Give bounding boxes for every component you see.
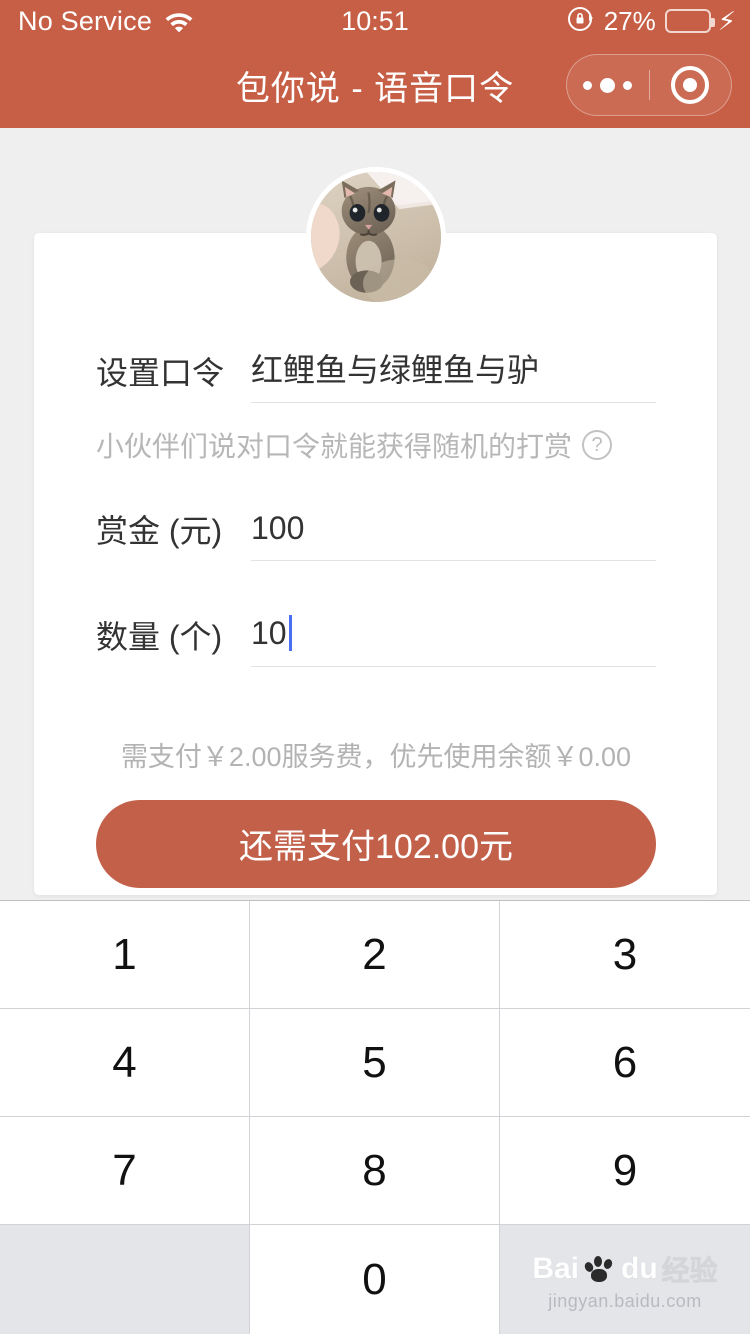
field-row-count: 数量 (个) 10: [96, 615, 656, 667]
target-outline: [671, 66, 710, 104]
lightning-bolt-icon: ⚡: [717, 6, 736, 36]
dot-2: [600, 77, 616, 93]
amount-label: 赏金 (元): [96, 513, 223, 550]
field-row-password: 设置口令 红鲤鱼与绿鲤鱼与驴: [96, 352, 656, 404]
watermark-brand-suffix: du: [621, 1251, 658, 1285]
reward-form: 设置口令 红鲤鱼与绿鲤鱼与驴 小伙伴们说对口令就能获得随机的打赏 ? 赏金 (元…: [96, 352, 656, 888]
watermark-brand: Bai: [532, 1251, 579, 1285]
key-5[interactable]: 5: [250, 1009, 500, 1117]
target-center: [683, 78, 698, 92]
password-input[interactable]: 红鲤鱼与绿鲤鱼与驴: [251, 352, 656, 404]
key-delete[interactable]: Bai du 经验 jingyan.baidu.com: [500, 1225, 750, 1334]
key-9[interactable]: 9: [500, 1117, 750, 1225]
key-blank-left[interactable]: [0, 1225, 250, 1334]
main-card: 设置口令 红鲤鱼与绿鲤鱼与驴 小伙伴们说对口令就能获得随机的打赏 ? 赏金 (元…: [34, 167, 717, 895]
miniprogram-capsule[interactable]: [566, 54, 732, 116]
password-hint: 小伙伴们说对口令就能获得随机的打赏 ?: [96, 425, 656, 465]
key-3[interactable]: 3: [500, 901, 750, 1009]
password-hint-text: 小伙伴们说对口令就能获得随机的打赏: [96, 431, 573, 463]
key-6[interactable]: 6: [500, 1009, 750, 1117]
watermark-url: jingyan.baidu.com: [548, 1290, 702, 1311]
rotation-lock-icon: [567, 5, 595, 38]
status-bar: No Service 10:51 27% ⚡: [0, 0, 750, 42]
key-7[interactable]: 7: [0, 1117, 250, 1225]
password-label: 设置口令: [96, 355, 225, 392]
baidu-paw-icon: [583, 1254, 617, 1284]
watermark-cn: 经验: [661, 1254, 718, 1286]
battery-percent-label: 27%: [603, 5, 656, 36]
battery-icon: [664, 9, 715, 33]
key-2[interactable]: 2: [250, 901, 500, 1009]
avatar[interactable]: [305, 167, 446, 307]
more-dots-icon[interactable]: [567, 77, 649, 93]
dot-3: [623, 80, 633, 90]
key-8[interactable]: 8: [250, 1117, 500, 1225]
question-mark-icon[interactable]: ?: [582, 430, 613, 461]
page-title: 包你说 - 语音口令: [235, 69, 515, 108]
dot-1: [583, 80, 593, 90]
watermark-brand-row: Bai du 经验: [532, 1249, 717, 1289]
amount-input[interactable]: 100: [251, 511, 656, 562]
key-1[interactable]: 1: [0, 901, 250, 1009]
field-row-amount: 赏金 (元) 100: [96, 511, 656, 562]
pay-button[interactable]: 还需支付102.00元: [96, 799, 656, 888]
key-4[interactable]: 4: [0, 1009, 250, 1117]
text-caret: [288, 615, 292, 652]
key-0[interactable]: 0: [250, 1225, 500, 1334]
count-label: 数量 (个): [96, 618, 223, 655]
kitten-avatar-image: [310, 172, 441, 302]
count-input[interactable]: 10: [251, 615, 656, 667]
numeric-keypad: 1 2 3 4 5 6 7 8 9 0 Bai du 经验 jingyan.ba…: [0, 900, 750, 1334]
count-input-value: 10: [251, 615, 287, 652]
fee-note: 需支付￥2.00服务费，优先使用余额￥0.00: [120, 741, 632, 772]
baidu-watermark: Bai du 经验 jingyan.baidu.com: [500, 1225, 750, 1334]
target-circle-icon[interactable]: [650, 66, 732, 104]
app-root: No Service 10:51 27% ⚡ 包你说 - 语音口令 设置口令 红…: [0, 0, 750, 1334]
nav-bar: 包你说 - 语音口令: [0, 42, 750, 128]
status-bar-right: 27% ⚡: [567, 5, 736, 38]
